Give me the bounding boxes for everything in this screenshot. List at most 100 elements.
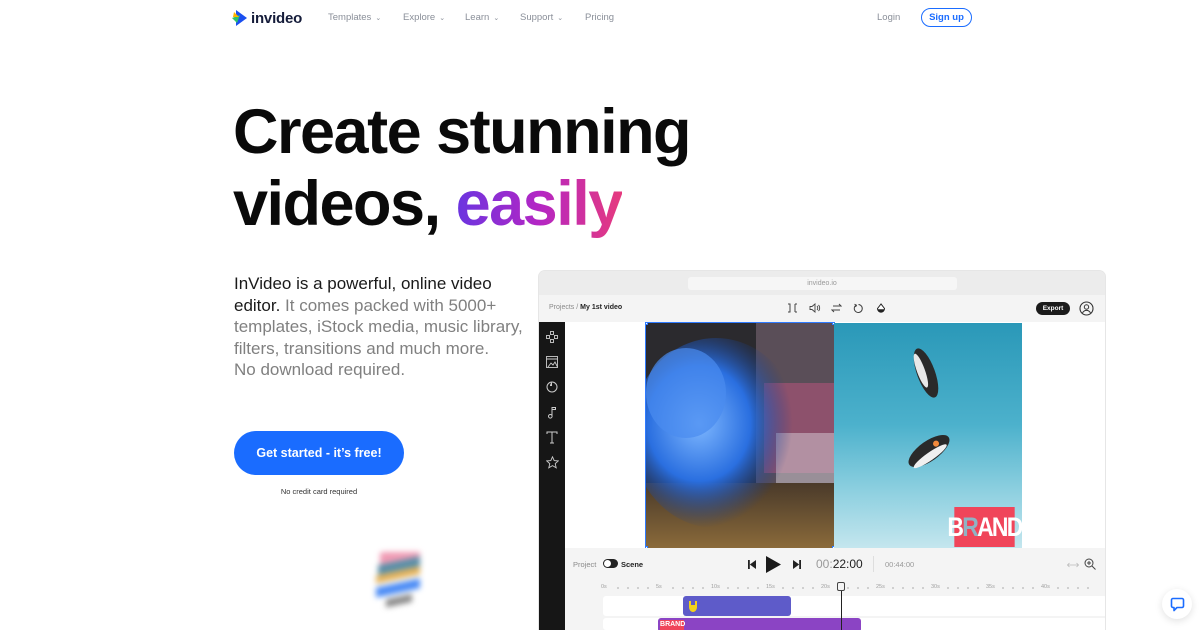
scene-clip-smoke[interactable] xyxy=(645,322,835,549)
nav-support-label: Support xyxy=(520,12,554,23)
editor-toolbar xyxy=(786,301,887,315)
ruler-tick-dot xyxy=(672,587,674,589)
hero-title-line2: videos, xyxy=(233,169,456,239)
ruler-tick-dot xyxy=(922,587,924,589)
ruler-tick-dot xyxy=(647,587,649,589)
playhead-handle[interactable] xyxy=(837,582,845,591)
video-canvas: B R AND xyxy=(565,322,1105,549)
layout-icon[interactable] xyxy=(545,330,559,344)
toggle-project-label: Project xyxy=(573,560,597,569)
timeline-track-overlay xyxy=(603,596,1105,616)
text-icon[interactable] xyxy=(545,430,559,444)
ruler-tick-dot xyxy=(782,587,784,589)
signup-button[interactable]: Sign up xyxy=(921,8,972,27)
skip-back-icon[interactable] xyxy=(748,560,756,569)
ruler-tick-dot xyxy=(1012,587,1014,589)
ruler-tick-dot xyxy=(1077,587,1079,589)
ruler-tick-dot xyxy=(682,587,684,589)
ruler-tick-dot xyxy=(1032,587,1034,589)
login-link[interactable]: Login xyxy=(877,12,900,23)
fit-width-icon[interactable] xyxy=(1067,562,1079,568)
brand-text-b: B xyxy=(947,511,964,542)
nav-pricing[interactable]: Pricing xyxy=(585,12,614,23)
resize-handle[interactable] xyxy=(646,323,648,325)
star-icon[interactable] xyxy=(545,455,559,469)
ruler-tick-dot xyxy=(1002,587,1004,589)
brand-overlay[interactable]: B R AND xyxy=(947,507,1022,547)
ruler-tick-label: 15s xyxy=(766,584,775,590)
opacity-icon[interactable] xyxy=(874,301,887,315)
export-button[interactable]: Export xyxy=(1036,302,1070,315)
ruler-tick-dot xyxy=(892,587,894,589)
timeline-track-main: BRAND xyxy=(603,618,1105,630)
project-scene-toggle[interactable] xyxy=(603,559,618,568)
media-icon[interactable] xyxy=(545,355,559,369)
playback-controls: Project Scene 00:22:00 00:44:00 xyxy=(565,548,1105,582)
ruler-tick-label: 20s xyxy=(821,584,830,590)
ruler-tick-label: 35s xyxy=(986,584,995,590)
ruler-tick-dot xyxy=(702,587,704,589)
nav-learn[interactable]: Learn ⌄ xyxy=(465,12,499,23)
chevron-down-icon: ⌄ xyxy=(375,14,382,22)
music-icon[interactable] xyxy=(545,405,559,419)
nav-explore-label: Explore xyxy=(403,12,436,23)
hero-description: InVideo is a powerful, online video edit… xyxy=(234,273,524,381)
user-avatar-icon[interactable] xyxy=(1079,301,1094,316)
hero-title-accent: easily xyxy=(455,169,624,239)
editor-left-rail xyxy=(539,322,565,630)
ruler-tick-dot xyxy=(957,587,959,589)
url-bar: invideo.io xyxy=(687,276,957,290)
ruler-tick-dot xyxy=(1067,587,1069,589)
nav-explore[interactable]: Explore ⌄ xyxy=(403,12,445,23)
ruler-tick-dot xyxy=(977,587,979,589)
play-icon[interactable] xyxy=(766,556,781,573)
get-started-button[interactable]: Get started - it’s free! xyxy=(234,431,404,475)
ruler-tick-label: 10s xyxy=(711,584,720,590)
toggle-scene-label: Scene xyxy=(621,560,644,569)
brand-thumbnail: BRAND xyxy=(660,620,685,630)
chat-support-button[interactable] xyxy=(1162,589,1192,619)
rotate-icon[interactable] xyxy=(852,301,865,315)
split-icon[interactable] xyxy=(786,301,799,315)
skip-forward-icon[interactable] xyxy=(793,560,801,569)
ruler-tick-dot xyxy=(1057,587,1059,589)
breadcrumb-separator: / xyxy=(576,304,579,311)
breadcrumb: Projects / My 1st video xyxy=(549,304,622,311)
ruler-tick-dot xyxy=(912,587,914,589)
top-nav: invideo Templates ⌄ Explore ⌄ Learn ⌄ Suppo… xyxy=(0,0,1200,36)
timeline-ruler[interactable]: 0s 5s 10s 15s 20s 25s 30s 35s 40s xyxy=(565,582,1105,596)
volume-icon[interactable] xyxy=(808,301,821,315)
sticker-icon[interactable] xyxy=(545,380,559,394)
swap-icon[interactable] xyxy=(830,301,843,315)
scene-clip-sneakers[interactable]: B R AND xyxy=(834,323,1022,548)
ruler-tick-label: 30s xyxy=(931,584,940,590)
ruler-tick-dot xyxy=(902,587,904,589)
editor-preview: invideo.io Projects / My 1st video Expor… xyxy=(539,271,1105,630)
ruler-tick-label: 5s xyxy=(656,584,662,590)
chevron-down-icon: ⌄ xyxy=(557,14,564,22)
ruler-tick-dot xyxy=(812,587,814,589)
description-note: No download required. xyxy=(234,360,406,380)
ruler-tick-dot xyxy=(637,587,639,589)
brand-logo[interactable]: invideo xyxy=(232,7,302,29)
current-time-hours: 00: xyxy=(816,557,833,571)
ruler-tick-label: 0s xyxy=(601,584,607,590)
time-divider xyxy=(873,556,874,572)
ruler-tick-dot xyxy=(802,587,804,589)
ruler-tick-dot xyxy=(857,587,859,589)
ruler-tick-dot xyxy=(692,587,694,589)
ruler-tick-dot xyxy=(867,587,869,589)
nav-support[interactable]: Support ⌄ xyxy=(520,12,563,23)
breadcrumb-projects[interactable]: Projects xyxy=(549,304,574,311)
brand-track-clip[interactable]: BRAND xyxy=(658,618,861,630)
current-time-value: 22:00 xyxy=(832,557,863,571)
sticker-track-clip[interactable] xyxy=(683,596,791,616)
ruler-tick-label: 40s xyxy=(1041,584,1050,590)
brand-text-r: R xyxy=(962,511,979,542)
ruler-tick-dot xyxy=(1022,587,1024,589)
nav-templates[interactable]: Templates ⌄ xyxy=(328,12,381,23)
zoom-in-icon[interactable] xyxy=(1084,558,1096,570)
ruler-tick-dot xyxy=(792,587,794,589)
nav-learn-label: Learn xyxy=(465,12,490,23)
ruler-tick-dot xyxy=(1087,587,1089,589)
